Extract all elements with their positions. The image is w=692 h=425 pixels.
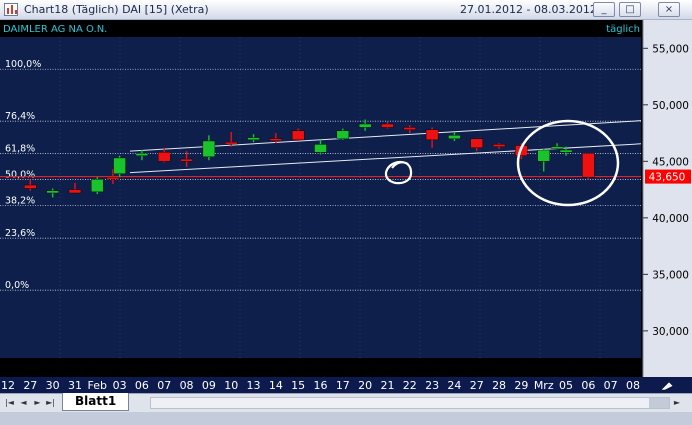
title-bar[interactable]: Chart18 (Täglich) DAI [15] (Xetra) 27.01… [0, 0, 692, 20]
close-icon[interactable]: × [658, 2, 680, 17]
prev-sheet-icon[interactable]: ◄ [17, 396, 30, 410]
x-tick-4: Feb [88, 379, 107, 392]
y-tick-label-5: 30,000 [652, 326, 689, 338]
x-tick-23: 29 [514, 379, 528, 392]
y-tick-label-1: 50,000 [652, 100, 689, 112]
candle-27[interactable] [582, 153, 595, 180]
y-tick-label-2: 45,000 [652, 156, 689, 168]
last-sheet-icon[interactable]: ►| [44, 396, 57, 410]
sheet-bar: |◄ ◄ ► ►| Blatt1 ► [0, 393, 692, 412]
horizontal-scrollbar[interactable] [150, 397, 670, 409]
x-tick-26: 06 [581, 379, 595, 392]
x-tick-18: 22 [403, 379, 417, 392]
chart-window: Chart18 (Täglich) DAI [15] (Xetra) 27.01… [0, 0, 692, 425]
tab-blatt1[interactable]: Blatt1 [62, 393, 130, 411]
instrument-name: DAIMLER AG NA O.N. [3, 24, 107, 35]
x-tick-20: 24 [447, 379, 461, 392]
x-tick-24: Mrz [534, 379, 554, 392]
fib-label-2: 61,8% [5, 143, 35, 154]
y-tick-label-3: 40,000 [652, 213, 689, 225]
fib-label-4: 38,2% [5, 195, 35, 206]
x-tick-3: 31 [68, 379, 82, 392]
x-tick-12: 14 [269, 379, 283, 392]
x-tick-10: 10 [224, 379, 238, 392]
pencil-icon[interactable] [660, 381, 674, 391]
x-tick-17: 21 [380, 379, 394, 392]
minimize-icon[interactable]: _ [593, 2, 615, 17]
x-tick-1: 27 [23, 379, 37, 392]
fib-label-3: 50,0% [5, 169, 35, 180]
x-tick-7: 07 [157, 379, 171, 392]
chart-app-icon [4, 3, 18, 16]
next-sheet-icon[interactable]: ► [31, 396, 44, 410]
y-tick-label-0: 55,000 [652, 43, 689, 55]
first-sheet-icon[interactable]: |◄ [3, 396, 16, 410]
candle-3[interactable] [91, 177, 104, 195]
x-tick-5: 03 [113, 379, 127, 392]
price-chart[interactable]: 100,0% 76,4% 61,8% 50,0% 38,2% 23,6% 0,0% 55,0… [0, 20, 692, 377]
status-strip [0, 412, 692, 425]
candle-5[interactable] [113, 155, 126, 178]
x-tick-22: 28 [492, 379, 506, 392]
x-tick-11: 13 [247, 379, 261, 392]
scroll-right-icon[interactable]: ► [671, 397, 683, 409]
date-range: 27.01.2012 - 08.03.2012 [460, 3, 597, 16]
x-tick-9: 09 [202, 379, 216, 392]
x-tick-19: 23 [425, 379, 439, 392]
fib-label-1: 76,4% [5, 111, 35, 122]
plot-background [0, 37, 641, 358]
x-tick-6: 06 [135, 379, 149, 392]
x-tick-8: 08 [180, 379, 194, 392]
chart-area[interactable]: 100,0% 76,4% 61,8% 50,0% 38,2% 23,6% 0,0% 55,0… [0, 20, 692, 377]
price-axis-panel [643, 20, 692, 377]
fib-label-6: 0,0% [5, 280, 29, 291]
maximize-icon[interactable]: □ [619, 2, 641, 17]
x-tick-13: 15 [291, 379, 305, 392]
scrollbar-thumb[interactable] [649, 398, 669, 408]
chart-period: täglich [606, 24, 640, 35]
x-tick-2: 30 [46, 379, 60, 392]
current-price-label: 43,650 [649, 172, 686, 184]
x-tick-25: 05 [559, 379, 573, 392]
fib-label-5: 23,6% [5, 228, 35, 239]
window-title: Chart18 (Täglich) DAI [15] (Xetra) [24, 3, 209, 16]
x-tick-27: 07 [604, 379, 618, 392]
x-tick-28: 08 [626, 379, 640, 392]
x-tick-16: 20 [358, 379, 372, 392]
x-tick-15: 17 [336, 379, 350, 392]
x-tick-21: 27 [470, 379, 484, 392]
x-tick-14: 16 [314, 379, 328, 392]
y-tick-label-4: 35,000 [652, 269, 689, 281]
x-tick-0: 12 [1, 379, 15, 392]
fib-label-0: 100,0% [5, 59, 41, 70]
x-axis: 12 27 30 31 Feb 03 06 07 08 09 10 13 14 15 16 17 20 21 22 2… [0, 377, 692, 393]
